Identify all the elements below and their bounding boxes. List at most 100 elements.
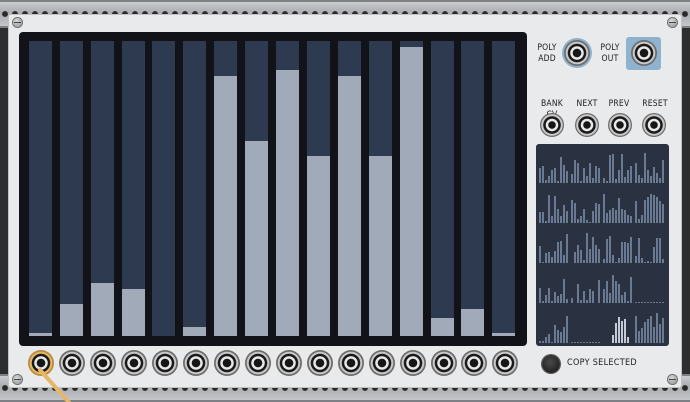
bank-preview-cell[interactable] <box>635 307 665 343</box>
output-jack-16[interactable] <box>492 350 518 376</box>
slider-fill <box>122 289 145 336</box>
output-jack-7[interactable] <box>214 350 240 376</box>
preview-mini-bar <box>592 342 594 343</box>
preview-mini-bar <box>545 295 547 303</box>
preview-mini-bar <box>647 197 649 223</box>
preview-mini-bar <box>557 181 559 183</box>
preview-mini-bar <box>554 292 556 303</box>
output-jack-3[interactable] <box>90 350 116 376</box>
bank-preview-cell[interactable] <box>603 147 633 183</box>
bank-preview-cell[interactable] <box>635 227 665 263</box>
bank-preview-cell[interactable] <box>603 307 633 343</box>
prev-jack[interactable] <box>608 113 632 137</box>
output-jack-14[interactable] <box>431 350 457 376</box>
preview-mini-bar <box>603 178 605 183</box>
slider-bar-12[interactable] <box>369 41 392 336</box>
slider-fill <box>307 156 330 336</box>
preview-mini-bar <box>598 249 600 263</box>
preview-mini-bar <box>548 252 550 263</box>
patch-cable[interactable] <box>34 368 84 402</box>
bank-preview-cell[interactable] <box>539 147 569 183</box>
bank-preview-cell[interactable] <box>603 187 633 223</box>
preview-mini-bar <box>635 256 637 263</box>
slider-bar-6[interactable] <box>183 41 206 336</box>
preview-mini-bar <box>606 239 608 263</box>
bank-preview-cell[interactable] <box>635 187 665 223</box>
preview-mini-bar <box>627 243 629 263</box>
output-jack-9[interactable] <box>276 350 302 376</box>
preview-mini-bar <box>580 342 582 343</box>
preview-mini-bar <box>566 171 568 183</box>
rack-side-left <box>0 28 8 374</box>
preview-mini-bar <box>615 210 617 223</box>
poly-out-jack[interactable] <box>631 40 657 66</box>
slider-bar-5[interactable] <box>152 41 175 336</box>
bank-preview-cell[interactable] <box>539 307 569 343</box>
preview-mini-bar <box>560 241 562 263</box>
next-label: NEXT <box>576 99 598 109</box>
bank-preview-cell[interactable] <box>571 267 601 303</box>
preview-mini-bar <box>542 262 544 263</box>
bank-preview-grid[interactable] <box>536 144 669 346</box>
output-jack-15[interactable] <box>461 350 487 376</box>
output-jack-8[interactable] <box>245 350 271 376</box>
slider-bar-4[interactable] <box>122 41 145 336</box>
preview-mini-bar <box>653 195 655 223</box>
output-jack-6[interactable] <box>183 350 209 376</box>
preview-mini-bar <box>618 317 620 343</box>
preview-mini-bar <box>571 200 573 223</box>
slider-bar-8[interactable] <box>245 41 268 336</box>
slider-bar-14[interactable] <box>431 41 454 336</box>
bank-preview-cell[interactable] <box>539 267 569 303</box>
bank-cv-jack[interactable] <box>540 113 564 137</box>
output-jack-10[interactable] <box>307 350 333 376</box>
slider-bar-2[interactable] <box>60 41 83 336</box>
copy-selected-button[interactable] <box>542 355 560 373</box>
output-jack-12[interactable] <box>369 350 395 376</box>
slider-fill <box>492 333 515 336</box>
bank-preview-cell[interactable] <box>539 187 569 223</box>
bank-preview-cell[interactable] <box>571 227 601 263</box>
preview-mini-bar <box>563 205 565 223</box>
preview-mini-bar <box>635 201 637 223</box>
slider-bar-1[interactable] <box>29 41 52 336</box>
preview-mini-bar <box>659 324 661 343</box>
slider-bar-13[interactable] <box>400 41 423 336</box>
bank-preview-cell[interactable] <box>539 227 569 263</box>
slider-bar-16[interactable] <box>492 41 515 336</box>
bank-preview-cell[interactable] <box>603 267 633 303</box>
preview-mini-bar <box>539 246 541 263</box>
preview-mini-bar <box>618 170 620 183</box>
output-jack-11[interactable] <box>338 350 364 376</box>
preview-mini-bar <box>647 170 649 183</box>
preview-mini-bar <box>586 233 588 263</box>
preview-mini-bar <box>627 337 629 343</box>
bank-preview-cell[interactable] <box>571 187 601 223</box>
preview-mini-bar <box>612 335 614 343</box>
preview-mini-bar <box>589 342 591 343</box>
slider-bar-3[interactable] <box>91 41 114 336</box>
preview-mini-bar <box>635 163 637 183</box>
output-jack-4[interactable] <box>121 350 147 376</box>
slider-bar-7[interactable] <box>214 41 237 336</box>
bank-preview-cell[interactable] <box>571 147 601 183</box>
preview-mini-bar <box>606 181 608 183</box>
slider-bar-11[interactable] <box>338 41 361 336</box>
preview-mini-bar <box>656 302 658 303</box>
preview-mini-bar <box>630 216 632 223</box>
output-jack-5[interactable] <box>152 350 178 376</box>
preview-mini-bar <box>571 174 573 183</box>
slider-bar-10[interactable] <box>307 41 330 336</box>
slider-bar-15[interactable] <box>461 41 484 336</box>
poly-add-jack[interactable] <box>564 40 590 66</box>
bank-preview-cell[interactable] <box>635 147 665 183</box>
bank-preview-cell[interactable] <box>571 307 601 343</box>
output-jack-13[interactable] <box>400 350 426 376</box>
preview-mini-bar <box>635 302 637 303</box>
reset-jack[interactable] <box>642 113 666 137</box>
next-jack[interactable] <box>575 113 599 137</box>
bank-preview-cell[interactable] <box>603 227 633 263</box>
slider-bar-9[interactable] <box>276 41 299 336</box>
preview-mini-bar <box>621 321 623 343</box>
bank-preview-cell[interactable] <box>635 267 665 303</box>
